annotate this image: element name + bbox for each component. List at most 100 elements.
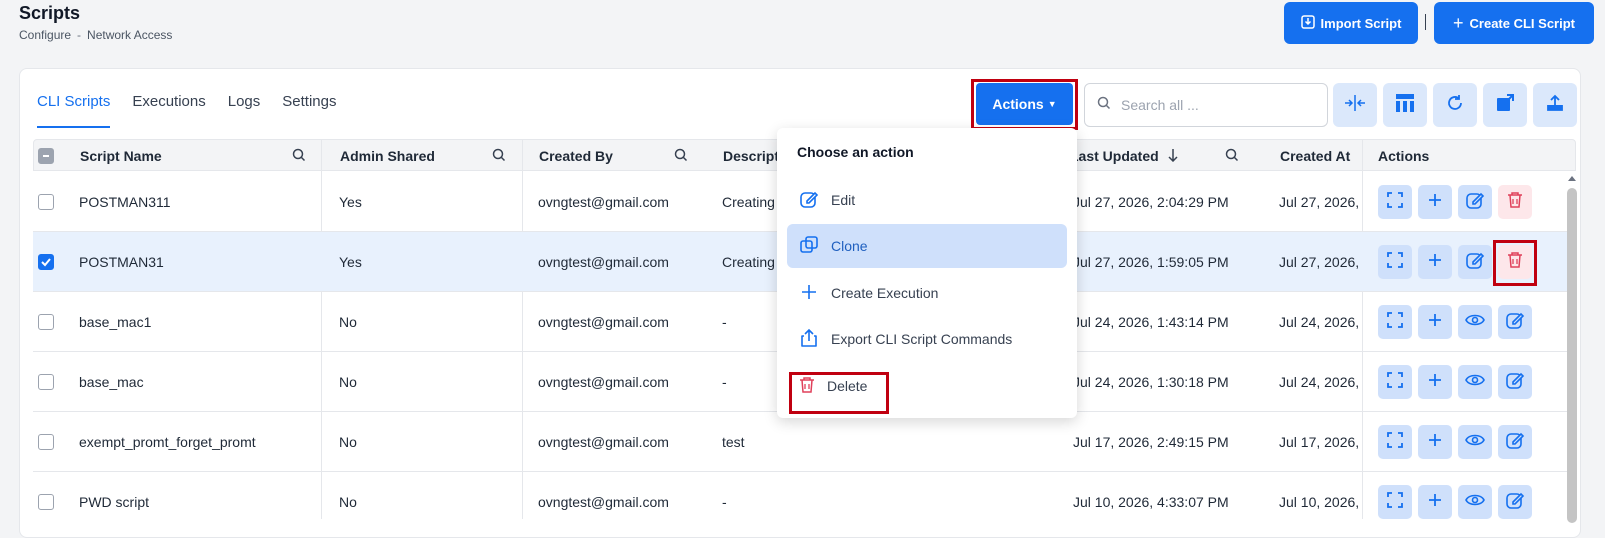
row-checkbox[interactable] bbox=[38, 253, 54, 270]
plus-icon bbox=[1427, 432, 1443, 453]
edit-button[interactable] bbox=[1458, 185, 1492, 219]
select-all-checkbox[interactable] bbox=[38, 148, 54, 164]
upload-button[interactable] bbox=[1533, 83, 1577, 127]
expand-button[interactable] bbox=[1378, 425, 1412, 459]
description-cell: Creating bbox=[722, 193, 775, 210]
plus-icon bbox=[1427, 312, 1443, 333]
edit-icon bbox=[799, 189, 819, 212]
expand-button[interactable] bbox=[1378, 185, 1412, 219]
description-cell: - bbox=[722, 373, 727, 390]
row-checkbox[interactable] bbox=[38, 193, 54, 210]
row-checkbox[interactable] bbox=[38, 313, 54, 330]
scroll-up-arrow-icon[interactable] bbox=[1565, 173, 1579, 185]
column-header-created-at[interactable]: Created At bbox=[1280, 140, 1350, 172]
actions-button[interactable]: Actions ▼ bbox=[976, 83, 1073, 125]
create-cli-script-button[interactable]: + Create CLI Script bbox=[1434, 2, 1594, 44]
view-button[interactable] bbox=[1458, 305, 1492, 339]
expand-button[interactable] bbox=[1378, 365, 1412, 399]
last-updated-cell: Jul 24, 2026, 1:43:14 PM bbox=[1073, 313, 1229, 330]
script-name-cell[interactable]: exempt_promt_forget_promt bbox=[79, 412, 256, 471]
add-button[interactable] bbox=[1418, 485, 1452, 519]
table-row[interactable]: exempt_promt_forget_promt No ovngtest@gm… bbox=[33, 412, 1576, 472]
add-button[interactable] bbox=[1418, 245, 1452, 279]
edit-button[interactable] bbox=[1498, 305, 1532, 339]
view-button[interactable] bbox=[1458, 365, 1492, 399]
refresh-button[interactable] bbox=[1433, 83, 1477, 127]
search-box[interactable] bbox=[1084, 83, 1328, 127]
script-name-cell[interactable]: PWD script bbox=[79, 472, 149, 531]
view-button[interactable] bbox=[1458, 485, 1492, 519]
script-name-cell[interactable]: POSTMAN311 bbox=[79, 172, 171, 231]
edit-button[interactable] bbox=[1458, 245, 1492, 279]
plus-icon: + bbox=[1453, 12, 1464, 33]
row-select-cell bbox=[38, 472, 54, 531]
expand-button[interactable] bbox=[1378, 245, 1412, 279]
row-checkbox[interactable] bbox=[38, 493, 54, 510]
row-select-cell bbox=[38, 172, 54, 231]
column-header-admin-shared[interactable]: Admin Shared bbox=[340, 140, 435, 172]
expand-icon bbox=[1386, 191, 1404, 214]
script-name-cell[interactable]: POSTMAN31 bbox=[79, 232, 164, 291]
table-columns-icon bbox=[1394, 92, 1416, 119]
edit-button[interactable] bbox=[1498, 365, 1532, 399]
add-button[interactable] bbox=[1418, 365, 1452, 399]
column-header-created-by[interactable]: Created By bbox=[539, 140, 613, 172]
menu-item-label: Edit bbox=[831, 192, 856, 208]
expand-button[interactable] bbox=[1378, 485, 1412, 519]
add-button[interactable] bbox=[1418, 305, 1452, 339]
menu-item-export-cli-script-commands[interactable]: Export CLI Script Commands bbox=[787, 317, 1067, 361]
row-select-cell bbox=[38, 292, 54, 351]
menu-item-create-execution[interactable]: Create Execution bbox=[787, 271, 1067, 315]
created-at-cell: Jul 17, 2026, bbox=[1279, 433, 1359, 450]
search-icon bbox=[674, 148, 688, 165]
edit-button[interactable] bbox=[1498, 485, 1532, 519]
menu-item-clone[interactable]: Clone bbox=[787, 224, 1067, 268]
row-checkbox[interactable] bbox=[38, 373, 54, 390]
upload-icon bbox=[1545, 93, 1565, 118]
tab-executions[interactable]: Executions bbox=[132, 93, 205, 128]
column-header-description[interactable]: Descripti bbox=[723, 140, 783, 172]
delete-button[interactable] bbox=[1498, 245, 1532, 279]
breadcrumb-item-network-access[interactable]: Network Access bbox=[87, 28, 172, 42]
external-link-icon bbox=[1494, 92, 1516, 119]
edit-button[interactable] bbox=[1498, 425, 1532, 459]
column-search-last-updated[interactable] bbox=[1225, 140, 1239, 172]
delete-button[interactable] bbox=[1498, 185, 1532, 219]
search-input[interactable] bbox=[1119, 96, 1309, 114]
description-cell: Creating bbox=[722, 253, 775, 270]
column-search-created-by[interactable] bbox=[674, 140, 688, 172]
collapse-columns-button[interactable] bbox=[1333, 83, 1377, 127]
row-checkbox[interactable] bbox=[38, 433, 54, 450]
breadcrumb-item-configure[interactable]: Configure bbox=[19, 28, 71, 42]
expand-button[interactable] bbox=[1378, 305, 1412, 339]
edit-icon bbox=[1465, 250, 1485, 275]
tab-cli-scripts[interactable]: CLI Scripts bbox=[37, 93, 111, 128]
menu-item-edit[interactable]: Edit bbox=[787, 178, 1067, 222]
actions-label: Actions bbox=[992, 96, 1044, 112]
expand-icon bbox=[1386, 431, 1404, 454]
scrollbar-thumb[interactable] bbox=[1567, 188, 1577, 523]
created-by-cell: ovngtest@gmail.com bbox=[538, 493, 669, 510]
table-row[interactable]: PWD script No ovngtest@gmail.com - Jul 1… bbox=[33, 472, 1576, 532]
script-name-cell[interactable]: base_mac bbox=[79, 352, 144, 411]
edit-icon bbox=[1465, 190, 1485, 215]
column-search-admin-shared[interactable] bbox=[492, 140, 506, 172]
view-button[interactable] bbox=[1458, 425, 1492, 459]
add-button[interactable] bbox=[1418, 425, 1452, 459]
tab-logs[interactable]: Logs bbox=[228, 93, 261, 128]
expand-icon bbox=[1386, 251, 1404, 274]
column-header-script-name[interactable]: Script Name bbox=[80, 140, 162, 172]
column-search-script-name[interactable] bbox=[292, 140, 306, 172]
tab-settings[interactable]: Settings bbox=[282, 93, 336, 128]
script-name-cell[interactable]: base_mac1 bbox=[79, 292, 151, 351]
import-script-button[interactable]: Import Script bbox=[1284, 2, 1418, 44]
created-at-cell: Jul 24, 2026, bbox=[1279, 313, 1359, 330]
eye-icon bbox=[1465, 373, 1485, 392]
created-at-cell: Jul 27, 2026, 2 bbox=[1279, 193, 1359, 210]
column-header-last-updated[interactable]: Last Updated bbox=[1070, 140, 1179, 172]
add-button[interactable] bbox=[1418, 185, 1452, 219]
export-button[interactable] bbox=[1483, 83, 1527, 127]
column-layout-button[interactable] bbox=[1383, 83, 1427, 127]
menu-item-label: Clone bbox=[831, 238, 868, 254]
edit-icon bbox=[1505, 490, 1525, 515]
